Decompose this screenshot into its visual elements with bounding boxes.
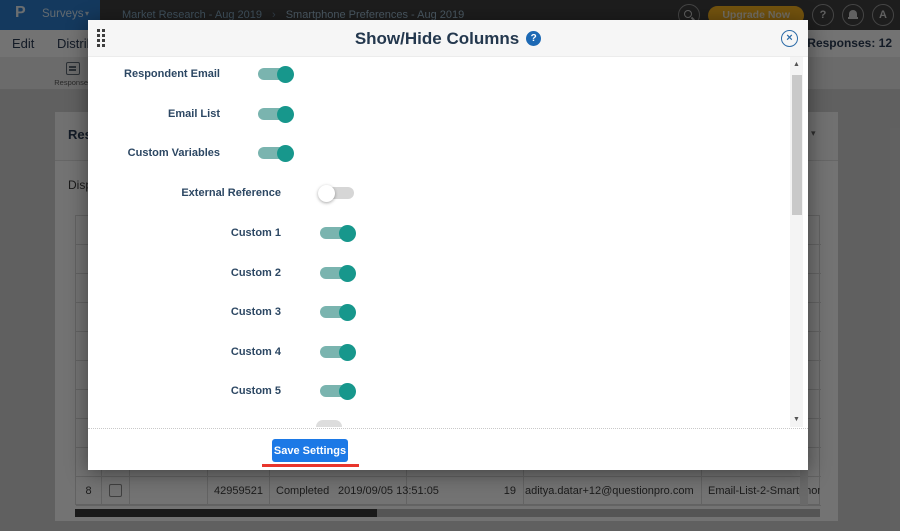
toggle-custom-4[interactable]: [320, 343, 356, 361]
toggle-row: External Reference: [88, 183, 778, 203]
toggle-custom-2[interactable]: [320, 264, 356, 282]
toggle-label: Custom Variables: [127, 147, 220, 159]
toggle-knob: [339, 303, 356, 321]
save-settings-button[interactable]: Save Settings: [272, 439, 348, 462]
toggle-email-list[interactable]: [258, 105, 294, 123]
modal-title: Show/Hide Columns: [354, 28, 520, 48]
toggle-row: Respondent Email: [88, 64, 778, 84]
partially-scrolled-toggle: [316, 420, 342, 427]
toggle-custom-variables[interactable]: [258, 144, 294, 162]
help-icon[interactable]: ?: [526, 31, 542, 46]
toggle-knob: [277, 144, 294, 162]
toggle-respondent-email[interactable]: [258, 65, 294, 83]
toggle-row: Email List: [88, 104, 778, 124]
annotation-underline: [262, 464, 359, 467]
toggle-custom-3[interactable]: [320, 303, 356, 321]
toggle-label: Custom 1: [230, 227, 281, 239]
toggle-row: Custom Variables: [88, 143, 778, 163]
toggle-row: Custom 1: [88, 223, 778, 243]
scroll-down-arrow-icon[interactable]: ▼: [790, 416, 803, 423]
toggle-external-reference[interactable]: [318, 184, 354, 202]
show-hide-columns-modal: Show/Hide Columns ? × Respondent Email E…: [88, 20, 808, 470]
close-icon[interactable]: ×: [781, 30, 798, 47]
toggle-row: Custom 4: [88, 342, 778, 362]
toggle-row: Custom 3: [88, 302, 778, 322]
toggle-knob: [339, 264, 356, 282]
scrollbar-thumb[interactable]: [791, 75, 802, 215]
scroll-up-arrow-icon[interactable]: ▲: [790, 61, 803, 68]
toggle-knob: [318, 184, 335, 202]
toggle-row: Custom 2: [88, 263, 778, 283]
toggle-custom-1[interactable]: [320, 224, 356, 242]
toggle-label: Email List: [168, 108, 220, 120]
modal-title-wrap: Show/Hide Columns ?: [88, 20, 808, 57]
toggle-label: Custom 3: [230, 306, 281, 318]
toggle-label: Custom 5: [230, 385, 281, 397]
toggle-knob: [339, 224, 356, 242]
footer-divider: [88, 428, 808, 429]
toggle-row: Custom 5: [88, 381, 778, 401]
toggle-knob: [277, 105, 294, 123]
toggle-label: Custom 2: [230, 267, 281, 279]
toggle-label: Custom 4: [230, 346, 281, 358]
toggle-label: Respondent Email: [124, 68, 220, 80]
modal-header: Show/Hide Columns ? ×: [88, 20, 808, 57]
toggle-custom-5[interactable]: [320, 382, 356, 400]
toggle-knob: [339, 382, 356, 400]
toggle-label: External Reference: [181, 187, 281, 199]
toggle-knob: [339, 343, 356, 361]
modal-scrollbar[interactable]: ▲ ▼: [790, 57, 803, 427]
toggle-knob: [277, 65, 294, 83]
